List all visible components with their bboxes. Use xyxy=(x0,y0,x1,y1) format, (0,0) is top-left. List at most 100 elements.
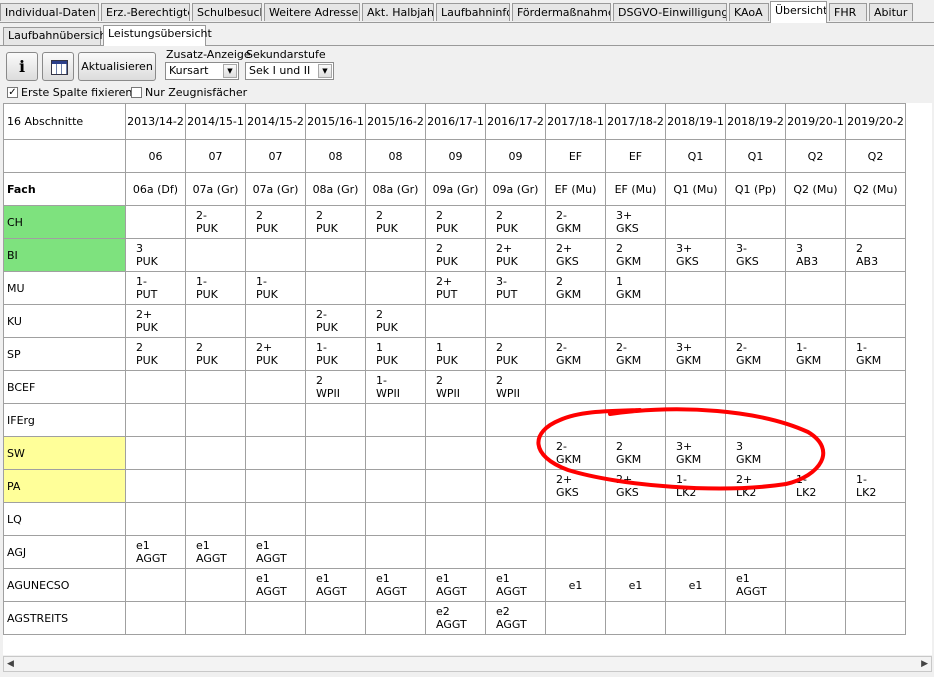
grade-cell[interactable]: 2+ GKS xyxy=(545,469,606,503)
grade-cell[interactable] xyxy=(785,502,846,536)
grade-cell[interactable] xyxy=(725,535,786,569)
subject-cell[interactable]: CH xyxy=(3,205,126,239)
grade-cell[interactable] xyxy=(485,469,546,503)
grade-cell[interactable]: 1- GKM xyxy=(785,337,846,371)
grade-cell[interactable]: e1 xyxy=(605,568,666,602)
grade-cell[interactable] xyxy=(305,238,366,272)
grade-cell[interactable]: e2 AGGT xyxy=(425,601,486,635)
grade-cell[interactable]: 2- GKM xyxy=(545,337,606,371)
grade-cell[interactable] xyxy=(185,403,246,437)
table-view-button[interactable] xyxy=(42,52,74,81)
section-header[interactable]: 2013/14-2 xyxy=(125,103,186,140)
grade-cell[interactable] xyxy=(845,568,906,602)
grade-cell[interactable]: 1- PUK xyxy=(305,337,366,371)
grade-cell[interactable]: 2 PUK xyxy=(365,304,426,338)
grade-cell[interactable]: 2 PUK xyxy=(365,205,426,239)
grade-cell[interactable]: 3 GKM xyxy=(725,436,786,470)
grade-cell[interactable]: 2 PUK xyxy=(185,337,246,371)
grade-cell[interactable] xyxy=(785,568,846,602)
grade-cell[interactable] xyxy=(785,304,846,338)
grade-cell[interactable] xyxy=(845,436,906,470)
grade-cell[interactable] xyxy=(125,601,186,635)
tab-abitur[interactable]: Abitur xyxy=(869,3,913,21)
grade-cell[interactable] xyxy=(665,271,726,305)
tab-fhr[interactable]: FHR xyxy=(829,3,867,21)
grade-cell[interactable]: 2- GKM xyxy=(545,436,606,470)
grade-cell[interactable]: 2 GKM xyxy=(605,238,666,272)
grade-cell[interactable] xyxy=(485,502,546,536)
grade-cell[interactable] xyxy=(725,205,786,239)
scroll-left-icon[interactable]: ◀ xyxy=(7,657,14,671)
grade-cell[interactable] xyxy=(125,403,186,437)
grade-cell[interactable] xyxy=(845,403,906,437)
grade-cell[interactable] xyxy=(545,601,606,635)
grade-cell[interactable] xyxy=(545,502,606,536)
grade-cell[interactable]: 3 PUK xyxy=(125,238,186,272)
grade-cell[interactable] xyxy=(365,601,426,635)
tab-foerdermassnahmen[interactable]: Fördermaßnahmen xyxy=(512,3,611,21)
tab-laufbahnuebersicht[interactable]: Laufbahnübersicht xyxy=(3,27,111,45)
subject-cell[interactable]: AGJ xyxy=(3,535,126,569)
grade-cell[interactable] xyxy=(185,568,246,602)
section-header[interactable]: 2015/16-1 xyxy=(305,103,366,140)
grade-cell[interactable] xyxy=(785,601,846,635)
subject-cell[interactable]: SP xyxy=(3,337,126,371)
grade-cell[interactable] xyxy=(185,502,246,536)
grade-cell[interactable] xyxy=(605,304,666,338)
grade-cell[interactable]: 2 PUK xyxy=(125,337,186,371)
grade-cell[interactable]: 2 AB3 xyxy=(845,238,906,272)
grade-cell[interactable] xyxy=(725,601,786,635)
grade-cell[interactable] xyxy=(125,205,186,239)
grade-cell[interactable] xyxy=(605,502,666,536)
grade-cell[interactable] xyxy=(485,535,546,569)
grade-cell[interactable] xyxy=(545,370,606,404)
grade-cell[interactable] xyxy=(245,304,306,338)
chevron-down-icon[interactable]: ▼ xyxy=(223,64,237,78)
grade-cell[interactable] xyxy=(245,403,306,437)
grade-cell[interactable] xyxy=(785,205,846,239)
grade-cell[interactable] xyxy=(245,370,306,404)
tab-schulbesuch[interactable]: Schulbesuch xyxy=(192,3,262,21)
grade-cell[interactable]: 2+ PUK xyxy=(125,304,186,338)
grade-cell[interactable] xyxy=(125,502,186,536)
grade-cell[interactable] xyxy=(665,403,726,437)
subject-cell[interactable]: KU xyxy=(3,304,126,338)
tab-laufbahninfo[interactable]: Laufbahninfo xyxy=(436,3,510,21)
grade-cell[interactable] xyxy=(605,535,666,569)
grade-cell[interactable] xyxy=(725,271,786,305)
grade-cell[interactable] xyxy=(605,370,666,404)
grade-cell[interactable]: 2 WPII xyxy=(485,370,546,404)
grade-cell[interactable]: 2+ GKS xyxy=(605,469,666,503)
grade-cell[interactable] xyxy=(125,469,186,503)
grade-cell[interactable]: 2 WPII xyxy=(425,370,486,404)
tab-dsgvo-einwilligungen[interactable]: DSGVO-Einwilligungen xyxy=(613,3,727,21)
grade-cell[interactable] xyxy=(605,601,666,635)
grade-cell[interactable] xyxy=(305,502,366,536)
grade-cell[interactable] xyxy=(305,469,366,503)
grade-cell[interactable] xyxy=(245,469,306,503)
zusatz-anzeige-select[interactable]: Kursart ▼ xyxy=(165,62,239,80)
grade-cell[interactable] xyxy=(545,304,606,338)
grade-cell[interactable] xyxy=(725,370,786,404)
subject-cell[interactable]: AGSTREITS xyxy=(3,601,126,635)
grade-cell[interactable]: 3- GKS xyxy=(725,238,786,272)
grade-cell[interactable] xyxy=(785,535,846,569)
grade-cell[interactable]: 1- WPII xyxy=(365,370,426,404)
tab-kaoa[interactable]: KAoA xyxy=(729,3,769,21)
tab-leistungsuebersicht[interactable]: Leistungsübersicht xyxy=(103,25,212,46)
grade-cell[interactable]: 2 GKM xyxy=(545,271,606,305)
subject-cell[interactable]: SW xyxy=(3,436,126,470)
tab-akt-halbjahr[interactable]: Akt. Halbjahr xyxy=(362,3,434,21)
grade-cell[interactable] xyxy=(425,535,486,569)
subject-cell[interactable]: LQ xyxy=(3,502,126,536)
subject-cell[interactable]: BCEF xyxy=(3,370,126,404)
grade-cell[interactable]: e1 AGGT xyxy=(305,568,366,602)
grade-cell[interactable]: e1 AGGT xyxy=(185,535,246,569)
grade-cell[interactable] xyxy=(245,436,306,470)
grade-cell[interactable]: 2+ PUK xyxy=(485,238,546,272)
subject-cell[interactable]: IFErg xyxy=(3,403,126,437)
grade-cell[interactable]: e2 AGGT xyxy=(485,601,546,635)
grade-cell[interactable] xyxy=(185,238,246,272)
grade-cell[interactable]: 2 PUK xyxy=(305,205,366,239)
grade-cell[interactable]: 2- GKM xyxy=(605,337,666,371)
